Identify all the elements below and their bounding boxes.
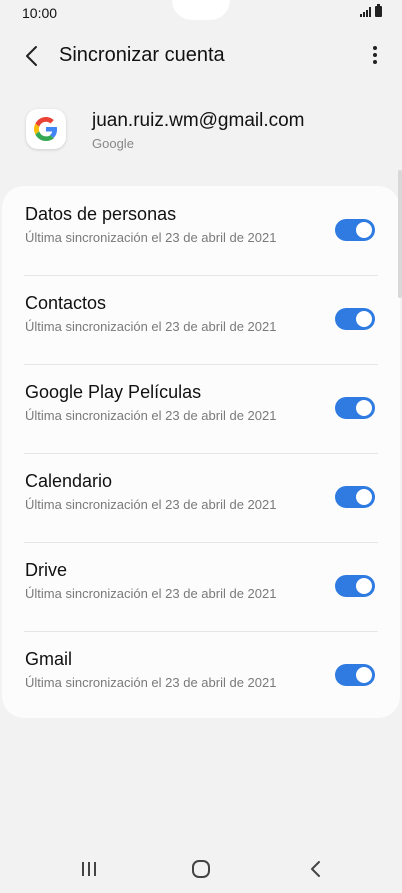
- toggle-knob: [354, 398, 374, 418]
- page-title: Sincronizar cuenta: [59, 44, 225, 66]
- sync-toggle[interactable]: [335, 308, 375, 330]
- divider: [24, 364, 378, 365]
- home-icon: [192, 860, 210, 878]
- sync-item-drive[interactable]: Drive Última sincronización el 23 de abr…: [2, 542, 400, 631]
- more-vertical-icon: [373, 46, 377, 64]
- sync-item-contactos[interactable]: Contactos Última sincronización el 23 de…: [2, 275, 400, 364]
- signal-icon: [360, 7, 371, 17]
- home-button[interactable]: [186, 857, 216, 881]
- camera-notch: [172, 0, 230, 20]
- sync-toggle[interactable]: [335, 486, 375, 508]
- sync-toggle[interactable]: [335, 219, 375, 241]
- more-options-button[interactable]: [368, 42, 382, 70]
- sync-item-google-play-peliculas[interactable]: Google Play Películas Última sincronizac…: [2, 364, 400, 453]
- divider: [24, 631, 378, 632]
- google-logo-icon: [26, 109, 66, 149]
- screen: 10:00 Sincronizar cuenta juan.ruiz.wm@gm…: [0, 0, 402, 893]
- toggle-knob: [354, 665, 374, 685]
- back-icon: [311, 861, 320, 877]
- sync-item-gmail[interactable]: Gmail Última sincronización el 23 de abr…: [2, 631, 400, 720]
- sync-item-calendario[interactable]: Calendario Última sincronización el 23 d…: [2, 453, 400, 542]
- sync-item-title: Contactos: [25, 293, 107, 313]
- sync-item-title: Datos de personas: [25, 204, 177, 224]
- sync-item-subtitle: Última sincronización el 23 de abril de …: [25, 230, 277, 245]
- sync-item-title: Gmail: [25, 649, 73, 669]
- sync-item-subtitle: Última sincronización el 23 de abril de …: [25, 319, 277, 334]
- nav-back-button[interactable]: [300, 857, 330, 881]
- sync-item-subtitle: Última sincronización el 23 de abril de …: [25, 497, 277, 512]
- recents-button[interactable]: [74, 857, 104, 881]
- sync-item-subtitle: Última sincronización el 23 de abril de …: [25, 675, 277, 690]
- status-bar: 10:00: [0, 0, 402, 26]
- navigation-bar: [0, 845, 402, 893]
- status-time: 10:00: [22, 5, 58, 21]
- status-icons: [360, 4, 382, 17]
- sync-toggle[interactable]: [335, 397, 375, 419]
- divider: [24, 453, 378, 454]
- sync-item-title: Drive: [25, 560, 68, 580]
- sync-item-title: Google Play Películas: [25, 382, 202, 402]
- app-bar: Sincronizar cuenta: [0, 30, 402, 80]
- divider: [24, 275, 378, 276]
- toggle-knob: [354, 220, 374, 240]
- sync-item-datos-de-personas[interactable]: Datos de personas Última sincronización …: [2, 186, 400, 275]
- battery-icon: [375, 4, 382, 17]
- scrollbar[interactable]: [398, 170, 402, 298]
- chevron-left-icon: [26, 46, 37, 66]
- sync-item-subtitle: Última sincronización el 23 de abril de …: [25, 586, 277, 601]
- account-email: juan.ruiz.wm@gmail.com: [92, 110, 305, 131]
- sync-item-subtitle: Última sincronización el 23 de abril de …: [25, 408, 277, 423]
- recents-icon: [82, 862, 96, 876]
- toggle-knob: [354, 487, 374, 507]
- account-type: Google: [92, 136, 134, 151]
- account-header: juan.ruiz.wm@gmail.com Google: [0, 100, 402, 170]
- toggle-knob: [354, 576, 374, 596]
- toggle-knob: [354, 309, 374, 329]
- sync-list: Datos de personas Última sincronización …: [2, 186, 400, 718]
- sync-toggle[interactable]: [335, 664, 375, 686]
- sync-toggle[interactable]: [335, 575, 375, 597]
- back-button[interactable]: [18, 42, 46, 70]
- sync-item-title: Calendario: [25, 471, 113, 491]
- divider: [24, 542, 378, 543]
